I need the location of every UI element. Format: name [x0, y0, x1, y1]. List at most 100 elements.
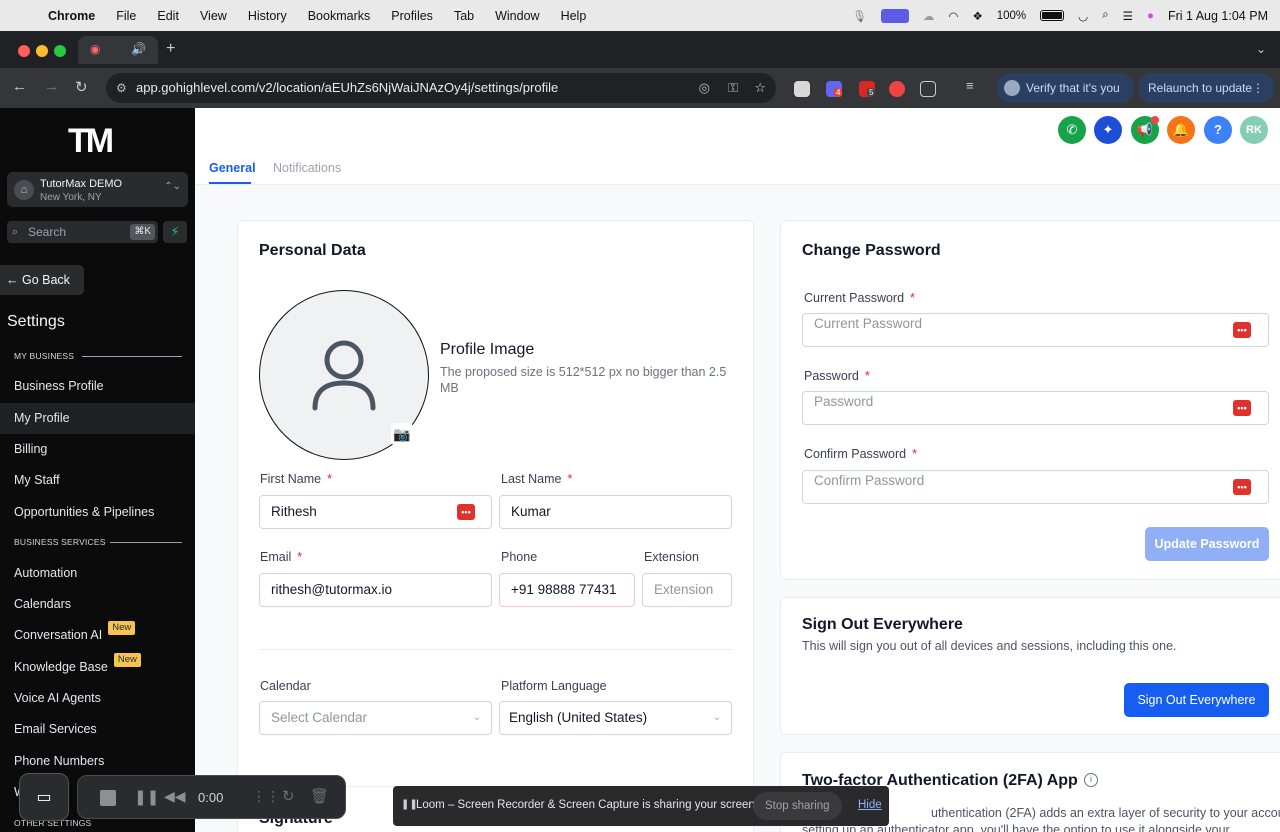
spotlight-icon[interactable]: ⌕ [1102, 9, 1108, 22]
extensions-puzzle-icon[interactable] [920, 81, 936, 97]
language-select[interactable]: English (United States) ⌄ [499, 701, 732, 735]
extension-menubar-icon[interactable]: ❖ [972, 9, 982, 23]
menu-edit[interactable]: Edit [157, 9, 179, 23]
recording-timer: 0:00 [198, 790, 224, 805]
password-manager-icon[interactable]: ••• [1233, 479, 1251, 495]
quick-actions-bolt-icon[interactable]: ⚡ [163, 221, 187, 243]
update-password-button[interactable]: Update Password [1145, 527, 1269, 561]
menu-history[interactable]: History [248, 9, 287, 23]
restart-icon[interactable]: ↻ [282, 787, 295, 805]
email-input[interactable]: rithesh@tutormax.io [259, 573, 492, 607]
reading-list-icon[interactable]: ≡ [966, 78, 982, 94]
phone-input[interactable]: +91 98888 77431 [499, 573, 635, 607]
window-close-button[interactable] [18, 45, 30, 57]
control-center-icon[interactable]: ☰ [1123, 9, 1133, 23]
password-manager-icon[interactable]: ••• [457, 504, 475, 520]
sidebar-item-voice-ai[interactable]: Voice AI Agents [0, 683, 195, 714]
chevron-updown-icon: ⌃⌄ [164, 181, 181, 192]
tracking-icon[interactable]: ◎ [699, 73, 710, 103]
sidebar-search-input[interactable]: ⌕ Search ⌘K [7, 221, 158, 243]
password-key-icon[interactable]: ⚿ [728, 73, 738, 103]
menu-bookmarks[interactable]: Bookmarks [308, 9, 371, 23]
cloud-icon[interactable]: ☁ [923, 9, 935, 23]
bookmark-star-icon[interactable]: ☆ [754, 73, 766, 103]
menu-app-chrome[interactable]: Chrome [48, 9, 95, 23]
screen-mirroring-icon[interactable] [880, 8, 909, 23]
sidebar-item-my-staff[interactable]: My Staff [0, 465, 195, 496]
required-mark: * [297, 550, 303, 564]
account-switcher[interactable]: ⌂ TutorMax DEMO New York, NY ⌃⌄ [7, 172, 188, 207]
stop-sharing-button[interactable]: Stop sharing [753, 792, 842, 820]
tab-record-icon[interactable]: ◉ [90, 42, 100, 56]
sidebar-item-email-services[interactable]: Email Services [0, 714, 195, 745]
hide-banner-link[interactable]: Hide [858, 799, 882, 811]
address-bar[interactable]: ⚙ app.gohighlevel.com/v2/location/aEUhZs… [106, 73, 776, 103]
rewind-icon[interactable]: ◀◀ [164, 788, 186, 805]
stop-recording-icon[interactable] [100, 790, 116, 806]
sign-out-everywhere-button[interactable]: Sign Out Everywhere [1124, 683, 1269, 717]
back-icon[interactable]: ← [12, 78, 27, 95]
menu-view[interactable]: View [200, 9, 227, 23]
verify-label: Verify that it's you [1026, 81, 1120, 95]
bell-icon[interactable]: 🔔 [1167, 116, 1195, 144]
tab-notifications[interactable]: Notifications [273, 161, 341, 175]
reload-icon[interactable]: ↻ [75, 78, 88, 96]
info-icon[interactable]: i [1084, 773, 1098, 787]
go-back-button[interactable]: ← Go Back [0, 265, 84, 295]
verify-identity-button[interactable]: Verify that it's you [996, 73, 1134, 103]
extension-gift-icon[interactable] [794, 81, 810, 97]
calendar-placeholder: Select Calendar [271, 710, 368, 725]
sidebar-item-knowledge-base[interactable]: Knowledge Base New [0, 652, 195, 683]
last-name-input[interactable]: Kumar [499, 495, 732, 529]
tab-audio-icon[interactable]: 🔊 [131, 42, 146, 56]
sidebar-item-business-profile[interactable]: Business Profile [0, 371, 195, 402]
camera-toggle-icon[interactable]: ▭ [19, 773, 69, 821]
kebab-menu-icon[interactable]: ⋮ [1252, 73, 1264, 103]
camera-icon[interactable]: 📷 [391, 423, 413, 445]
extension-input[interactable]: Extension [642, 573, 732, 607]
personal-data-title: Personal Data [259, 242, 366, 259]
sidebar-item-label: Billing [14, 442, 48, 456]
tab-general[interactable]: General [209, 161, 256, 175]
confirm-password-input[interactable]: Confirm Password [802, 470, 1269, 504]
wifi-icon[interactable]: ◡ [1078, 9, 1088, 23]
microphone-icon[interactable]: 🎙 [852, 9, 867, 23]
sidebar-item-conversation-ai[interactable]: Conversation AI New [0, 620, 195, 651]
clock[interactable]: Fri 1 Aug 1:04 PM [1168, 9, 1268, 23]
sidebar-item-billing[interactable]: Billing [0, 434, 195, 465]
trash-icon[interactable]: 🗑 [310, 787, 329, 805]
cast-icon[interactable]: ◠ [948, 9, 958, 23]
tab-search-icon[interactable]: ⌄ [1256, 42, 1266, 56]
current-password-input[interactable]: Current Password [802, 313, 1269, 347]
sidebar-item-calendars[interactable]: Calendars [0, 589, 195, 620]
password-input[interactable]: Password [802, 391, 1269, 425]
profile-image-hint: The proposed size is 512*512 px no bigge… [440, 365, 727, 395]
window-zoom-button[interactable] [54, 45, 66, 57]
relaunch-update-button[interactable]: Relaunch to update ⋮ [1138, 73, 1274, 103]
password-manager-icon[interactable]: ••• [1233, 400, 1251, 416]
sidebar-item-my-profile[interactable]: My Profile [0, 403, 195, 434]
extension-pokeball-icon[interactable] [889, 81, 905, 97]
grid-icon[interactable]: ⋮⋮ [252, 788, 280, 805]
pause-icon[interactable]: ❚❚ [134, 788, 159, 806]
phone-icon[interactable]: ✆ [1058, 116, 1086, 144]
forward-icon[interactable]: → [44, 78, 59, 95]
required-mark: * [910, 291, 915, 305]
site-info-icon[interactable]: ⚙ [116, 73, 127, 103]
help-icon[interactable]: ? [1204, 116, 1232, 144]
window-minimize-button[interactable] [36, 45, 48, 57]
user-avatar[interactable]: RK [1240, 116, 1268, 144]
menu-tab[interactable]: Tab [454, 9, 474, 23]
sidebar-item-opportunities[interactable]: Opportunities & Pipelines [0, 497, 195, 528]
new-tab-icon[interactable]: + [166, 40, 175, 58]
battery-icon[interactable] [1040, 10, 1065, 21]
calendar-select[interactable]: Select Calendar ⌄ [259, 701, 492, 735]
sidebar-item-automation[interactable]: Automation [0, 558, 195, 589]
password-manager-icon[interactable]: ••• [1233, 322, 1251, 338]
menu-file[interactable]: File [116, 9, 136, 23]
menu-profiles[interactable]: Profiles [391, 9, 433, 23]
sparkle-icon[interactable]: ✦ [1094, 116, 1122, 144]
siri-icon[interactable]: ● [1147, 10, 1154, 22]
menu-window[interactable]: Window [495, 9, 539, 23]
menu-help[interactable]: Help [561, 9, 587, 23]
